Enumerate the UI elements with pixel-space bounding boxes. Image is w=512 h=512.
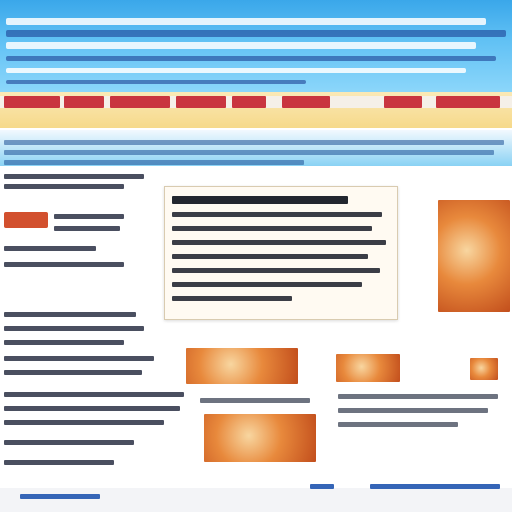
header-text-line xyxy=(6,18,486,25)
sidebar-item[interactable] xyxy=(54,226,120,231)
article-line xyxy=(172,282,362,287)
band-text-line xyxy=(4,150,494,155)
nav-tab[interactable] xyxy=(64,96,104,108)
sidebar-item[interactable] xyxy=(4,262,124,267)
footer-link[interactable] xyxy=(370,484,500,489)
footer-link[interactable] xyxy=(310,484,334,489)
band-text-line xyxy=(4,140,504,145)
header-text-line xyxy=(6,30,506,37)
caption-line xyxy=(338,394,498,399)
sidebar-item[interactable] xyxy=(4,406,180,411)
caption-line xyxy=(338,408,488,413)
sidebar-item[interactable] xyxy=(54,214,124,219)
nav-tab[interactable] xyxy=(110,96,170,108)
sidebar-item[interactable] xyxy=(4,340,124,345)
article-line xyxy=(172,212,382,217)
sidebar-item[interactable] xyxy=(4,356,154,361)
article-line xyxy=(172,254,368,259)
article-line xyxy=(172,226,372,231)
nav-tab[interactable] xyxy=(176,96,226,108)
photo-thumbnail[interactable] xyxy=(204,414,316,462)
feature-image[interactable] xyxy=(438,200,510,312)
header-text-line xyxy=(6,68,466,73)
sidebar-item[interactable] xyxy=(4,460,114,465)
sidebar-item[interactable] xyxy=(4,370,142,375)
article-line xyxy=(172,268,380,273)
sidebar-item[interactable] xyxy=(4,246,96,251)
header-text-line xyxy=(6,42,476,49)
header-text-line xyxy=(6,56,496,61)
photo-thumbnail[interactable] xyxy=(186,348,298,384)
nav-tab[interactable] xyxy=(436,96,500,108)
caption-line xyxy=(338,422,458,427)
sidebar-item[interactable] xyxy=(4,312,136,317)
sidebar-item[interactable] xyxy=(4,326,144,331)
sidebar-item[interactable] xyxy=(4,184,124,189)
sidebar-item[interactable] xyxy=(4,174,144,179)
sidebar-badge xyxy=(4,212,48,228)
caption-line xyxy=(200,398,310,403)
article-line xyxy=(172,296,292,301)
nav-tab[interactable] xyxy=(384,96,422,108)
sidebar-item[interactable] xyxy=(4,392,184,397)
photo-thumbnail[interactable] xyxy=(470,358,498,380)
sidebar-item[interactable] xyxy=(4,440,134,445)
nav-tab[interactable] xyxy=(4,96,60,108)
article-title[interactable] xyxy=(172,196,348,204)
nav-tab[interactable] xyxy=(282,96,330,108)
page-footer xyxy=(0,488,512,512)
footer-link[interactable] xyxy=(20,494,100,499)
header-text-line xyxy=(6,80,306,84)
nav-tab[interactable] xyxy=(232,96,266,108)
article-line xyxy=(172,240,386,245)
photo-thumbnail[interactable] xyxy=(336,354,400,382)
band-text-line xyxy=(4,160,304,165)
sidebar-item[interactable] xyxy=(4,420,164,425)
